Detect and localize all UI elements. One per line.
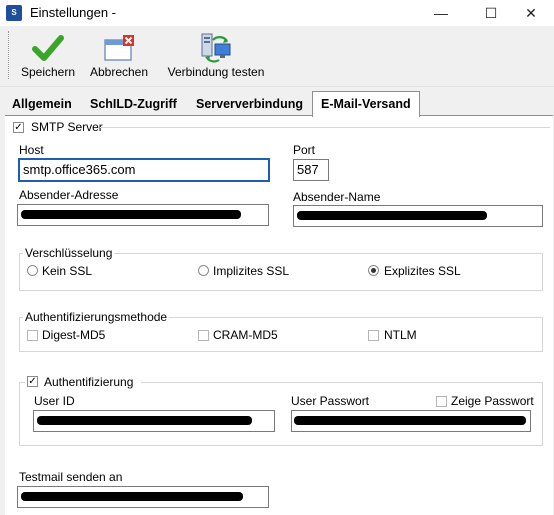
smtp-divider bbox=[100, 127, 550, 128]
redacted-text bbox=[37, 416, 252, 425]
redacted-text bbox=[297, 211, 487, 220]
cancel-button[interactable]: Abbrechen bbox=[86, 31, 152, 83]
tab-e-mail-versand[interactable]: E-Mail-Versand bbox=[312, 91, 420, 117]
sender-name-input[interactable] bbox=[293, 205, 543, 227]
smtp-server-label: SMTP Server bbox=[31, 120, 103, 134]
host-label: Host bbox=[19, 143, 44, 157]
port-input[interactable]: 587 bbox=[293, 159, 329, 181]
save-button-label: Speichern bbox=[20, 65, 76, 79]
user-id-label: User ID bbox=[34, 394, 75, 408]
kein-ssl-label: Kein SSL bbox=[42, 264, 93, 278]
cancel-button-label: Abbrechen bbox=[89, 65, 149, 79]
minimize-button[interactable]: — bbox=[418, 0, 464, 26]
test-connection-button[interactable]: Verbindung testen bbox=[166, 31, 266, 83]
tab-allgemein[interactable]: Allgemein bbox=[6, 94, 78, 115]
redacted-text bbox=[294, 416, 526, 425]
toolbar bbox=[0, 26, 554, 87]
auth-checkbox[interactable]: ✓ bbox=[27, 376, 38, 387]
redacted-text bbox=[21, 210, 241, 219]
test-mail-label: Testmail senden an bbox=[19, 470, 123, 484]
show-password-label: Zeige Passwort bbox=[451, 394, 534, 408]
tab-schild-zugriff[interactable]: SchILD-Zugriff bbox=[84, 94, 183, 115]
save-button[interactable]: Speichern bbox=[18, 31, 78, 83]
host-input[interactable]: smtp.office365.com bbox=[18, 158, 270, 182]
sender-address-label: Absender-Adresse bbox=[19, 188, 119, 202]
user-id-input[interactable] bbox=[33, 410, 275, 432]
show-password-checkbox[interactable] bbox=[436, 396, 447, 407]
implizites-ssl-label: Implizites SSL bbox=[213, 264, 290, 278]
test-connection-label: Verbindung testen bbox=[167, 65, 265, 79]
auth-label: Authentifizierung bbox=[44, 375, 134, 389]
ntlm-label: NTLM bbox=[384, 328, 417, 342]
radio-implizites-ssl[interactable] bbox=[198, 265, 209, 276]
sender-name-label: Absender-Name bbox=[293, 190, 381, 204]
close-button[interactable]: ✕ bbox=[508, 0, 554, 26]
user-password-label: User Passwort bbox=[291, 394, 370, 408]
radio-explizites-ssl[interactable] bbox=[368, 265, 379, 276]
explizites-ssl-label: Explizites SSL bbox=[384, 264, 461, 278]
app-icon: S bbox=[6, 5, 22, 21]
tab-serververbindung[interactable]: Serververbindung bbox=[190, 94, 309, 115]
radio-kein-ssl[interactable] bbox=[27, 265, 38, 276]
network-sync-icon bbox=[201, 33, 231, 63]
smtp-server-checkbox[interactable]: ✓ bbox=[13, 122, 24, 133]
user-password-input[interactable] bbox=[291, 410, 531, 432]
digest-md5-checkbox[interactable] bbox=[27, 330, 38, 341]
auth-method-label: Authentifizierungsmethode bbox=[23, 310, 170, 324]
ntlm-checkbox[interactable] bbox=[368, 330, 379, 341]
checkmark-icon bbox=[32, 35, 64, 61]
port-label: Port bbox=[293, 143, 316, 157]
redacted-text bbox=[21, 492, 243, 501]
sender-address-input[interactable] bbox=[17, 204, 269, 226]
cancel-window-icon bbox=[104, 35, 134, 61]
test-mail-input[interactable] bbox=[17, 486, 269, 508]
window-title: Einstellungen - bbox=[30, 5, 116, 20]
digest-md5-label: Digest-MD5 bbox=[42, 328, 106, 342]
encryption-label: Verschlüsselung bbox=[23, 246, 115, 260]
toolbar-grip bbox=[8, 31, 12, 79]
cram-md5-checkbox[interactable] bbox=[198, 330, 209, 341]
cram-md5-label: CRAM-MD5 bbox=[213, 328, 278, 342]
